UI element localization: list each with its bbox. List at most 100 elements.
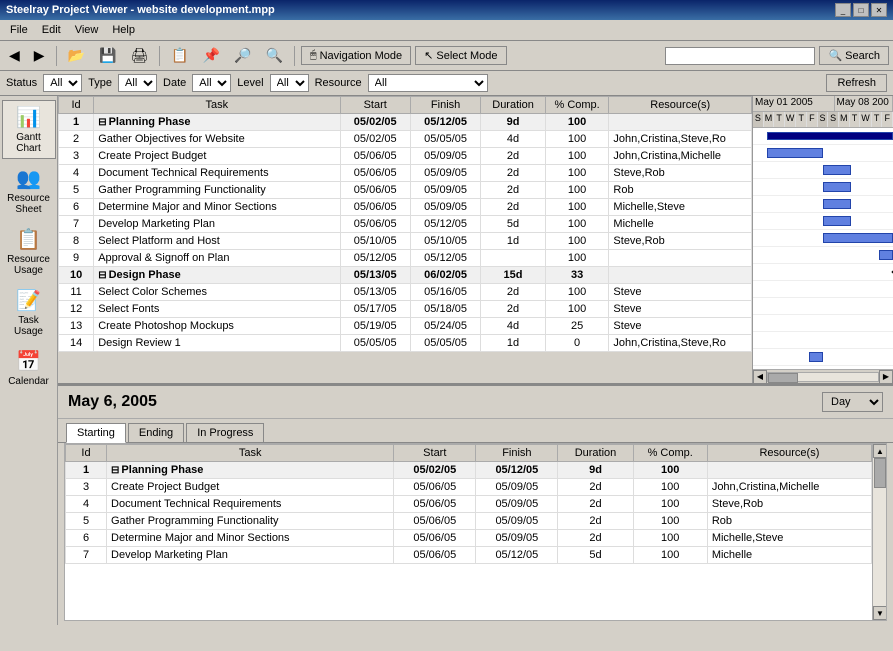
gantt-row-11 [753, 298, 893, 315]
cell-start: 05/06/05 [340, 148, 410, 165]
save-button[interactable]: 💾 [94, 44, 121, 67]
table-row: 7 Develop Marketing Plan 05/06/05 05/12/… [59, 216, 752, 233]
copy-button[interactable]: 📋 [166, 44, 193, 67]
cell-start: 05/06/05 [394, 547, 476, 564]
resource-label: Resource [315, 77, 362, 89]
cell-pct: 100 [545, 165, 609, 182]
gantt-scroll-track[interactable] [767, 372, 879, 382]
status-select[interactable]: All [43, 74, 82, 92]
col-header-finish: Finish [410, 97, 480, 114]
cell-start: 05/17/05 [340, 301, 410, 318]
close-button[interactable]: ✕ [871, 3, 887, 17]
back-button[interactable]: ◀ [4, 44, 25, 67]
gantt-day-f1: F [807, 112, 818, 127]
gantt-row-8 [753, 247, 893, 264]
cell-resources: Steve [609, 301, 752, 318]
table-row: 6 Determine Major and Minor Sections 05/… [66, 530, 872, 547]
cell-finish: 05/09/05 [476, 496, 558, 513]
zoom-button[interactable]: 🔍 [261, 44, 288, 67]
select-mode-button[interactable]: ↖ Select Mode [415, 46, 506, 65]
menu-view[interactable]: View [69, 22, 105, 38]
top-table-area: Id Task Start Finish Duration % Comp. Re… [58, 96, 753, 383]
cell-resources: Steve,Rob [609, 233, 752, 250]
cell-task: ⊟Planning Phase [107, 462, 394, 479]
search-input[interactable] [665, 47, 815, 65]
sidebar-item-resource-sheet[interactable]: 👥 ResourceSheet [2, 161, 56, 220]
cell-start: 05/02/05 [394, 462, 476, 479]
paste-button[interactable]: 📌 [198, 44, 225, 67]
table-row: 5 Gather Programming Functionality 05/06… [59, 182, 752, 199]
window-controls[interactable]: _ □ ✕ [835, 3, 887, 17]
cell-id: 3 [66, 479, 107, 496]
search-button[interactable]: 🔍 Search [819, 46, 889, 65]
forward-button[interactable]: ▶ [29, 44, 50, 67]
table-row: 1 ⊟Planning Phase 05/02/05 05/12/05 9d 1… [59, 114, 752, 131]
sidebar-item-calendar-label: Calendar [8, 376, 49, 387]
gantt-scroll-left[interactable]: ◀ [753, 370, 767, 384]
search-icon: 🔍 [828, 49, 842, 62]
bottom-col-header-finish: Finish [476, 445, 558, 462]
cell-finish: 05/16/05 [410, 284, 480, 301]
navigation-mode-button[interactable]: 🖱 Navigation Mode [301, 46, 411, 65]
day-select[interactable]: Day Week Month [822, 392, 883, 412]
cell-resources [609, 267, 752, 284]
gantt-bar-1 [767, 132, 893, 140]
bottom-table: Id Task Start Finish Duration % Comp. Re… [65, 444, 872, 564]
menu-edit[interactable]: Edit [36, 22, 67, 38]
cell-resources: Rob [707, 513, 871, 530]
cell-start: 05/13/05 [340, 267, 410, 284]
menu-file[interactable]: File [4, 22, 34, 38]
cell-start: 05/05/05 [340, 335, 410, 352]
col-header-task: Task [94, 97, 340, 114]
bottom-v-scrollbar[interactable]: ▲ ▼ [872, 444, 886, 620]
cell-pct: 100 [545, 284, 609, 301]
gantt-bar-14 [809, 352, 823, 362]
v-scroll-thumb[interactable] [874, 458, 886, 488]
main-area: 📊 GanttChart 👥 ResourceSheet 📋 ResourceU… [0, 96, 893, 625]
maximize-button[interactable]: □ [853, 3, 869, 17]
v-scroll-track[interactable] [873, 458, 886, 606]
open-button[interactable]: 📂 [63, 44, 90, 67]
minimize-button[interactable]: _ [835, 3, 851, 17]
gantt-scroll-right[interactable]: ▶ [879, 370, 893, 384]
level-select[interactable]: All [270, 74, 309, 92]
resource-select[interactable]: All [368, 74, 488, 92]
v-scroll-up[interactable]: ▲ [873, 444, 887, 458]
sidebar-item-task-usage[interactable]: 📝 TaskUsage [2, 283, 56, 342]
tab-ending[interactable]: Ending [128, 423, 184, 442]
refresh-button[interactable]: Refresh [826, 74, 887, 92]
sidebar-item-resource-sheet-label: ResourceSheet [7, 193, 50, 215]
cell-id: 3 [59, 148, 94, 165]
top-table: Id Task Start Finish Duration % Comp. Re… [58, 96, 752, 352]
date-select[interactable]: All [192, 74, 231, 92]
cell-pct: 100 [545, 114, 609, 131]
cell-pct: 0 [545, 335, 609, 352]
print-button[interactable]: 🖨 [125, 44, 153, 67]
gantt-day-t1: T [774, 112, 785, 127]
cell-task: Approval & Signoff on Plan [94, 250, 340, 267]
gantt-row-6 [753, 213, 893, 230]
tab-in-progress[interactable]: In Progress [186, 423, 264, 442]
cell-resources: John,Cristina,Michelle [609, 148, 752, 165]
find-button[interactable]: 🔎 [229, 44, 256, 67]
bottom-col-header-resources: Resource(s) [707, 445, 871, 462]
gantt-h-scrollbar[interactable]: ◀ ▶ [753, 369, 893, 383]
sidebar-item-task-usage-label: TaskUsage [14, 315, 43, 337]
tab-starting[interactable]: Starting [66, 423, 126, 443]
type-select[interactable]: All [118, 74, 157, 92]
gantt-row-3 [753, 162, 893, 179]
cell-task: Develop Marketing Plan [107, 547, 394, 564]
gantt-scroll-thumb[interactable] [768, 373, 798, 383]
cell-task: Select Platform and Host [94, 233, 340, 250]
v-scroll-down[interactable]: ▼ [873, 606, 887, 620]
sidebar-item-gantt-chart[interactable]: 📊 GanttChart [2, 100, 56, 159]
cell-task: Design Review 1 [94, 335, 340, 352]
sidebar-item-calendar[interactable]: 📅 Calendar [2, 344, 56, 392]
cell-start: 05/02/05 [340, 131, 410, 148]
menu-help[interactable]: Help [106, 22, 141, 38]
navigation-mode-label: Navigation Mode [320, 50, 403, 62]
cell-finish: 05/10/05 [410, 233, 480, 250]
cell-id: 12 [59, 301, 94, 318]
sidebar-item-resource-usage[interactable]: 📋 ResourceUsage [2, 222, 56, 281]
cell-duration: 2d [481, 182, 546, 199]
